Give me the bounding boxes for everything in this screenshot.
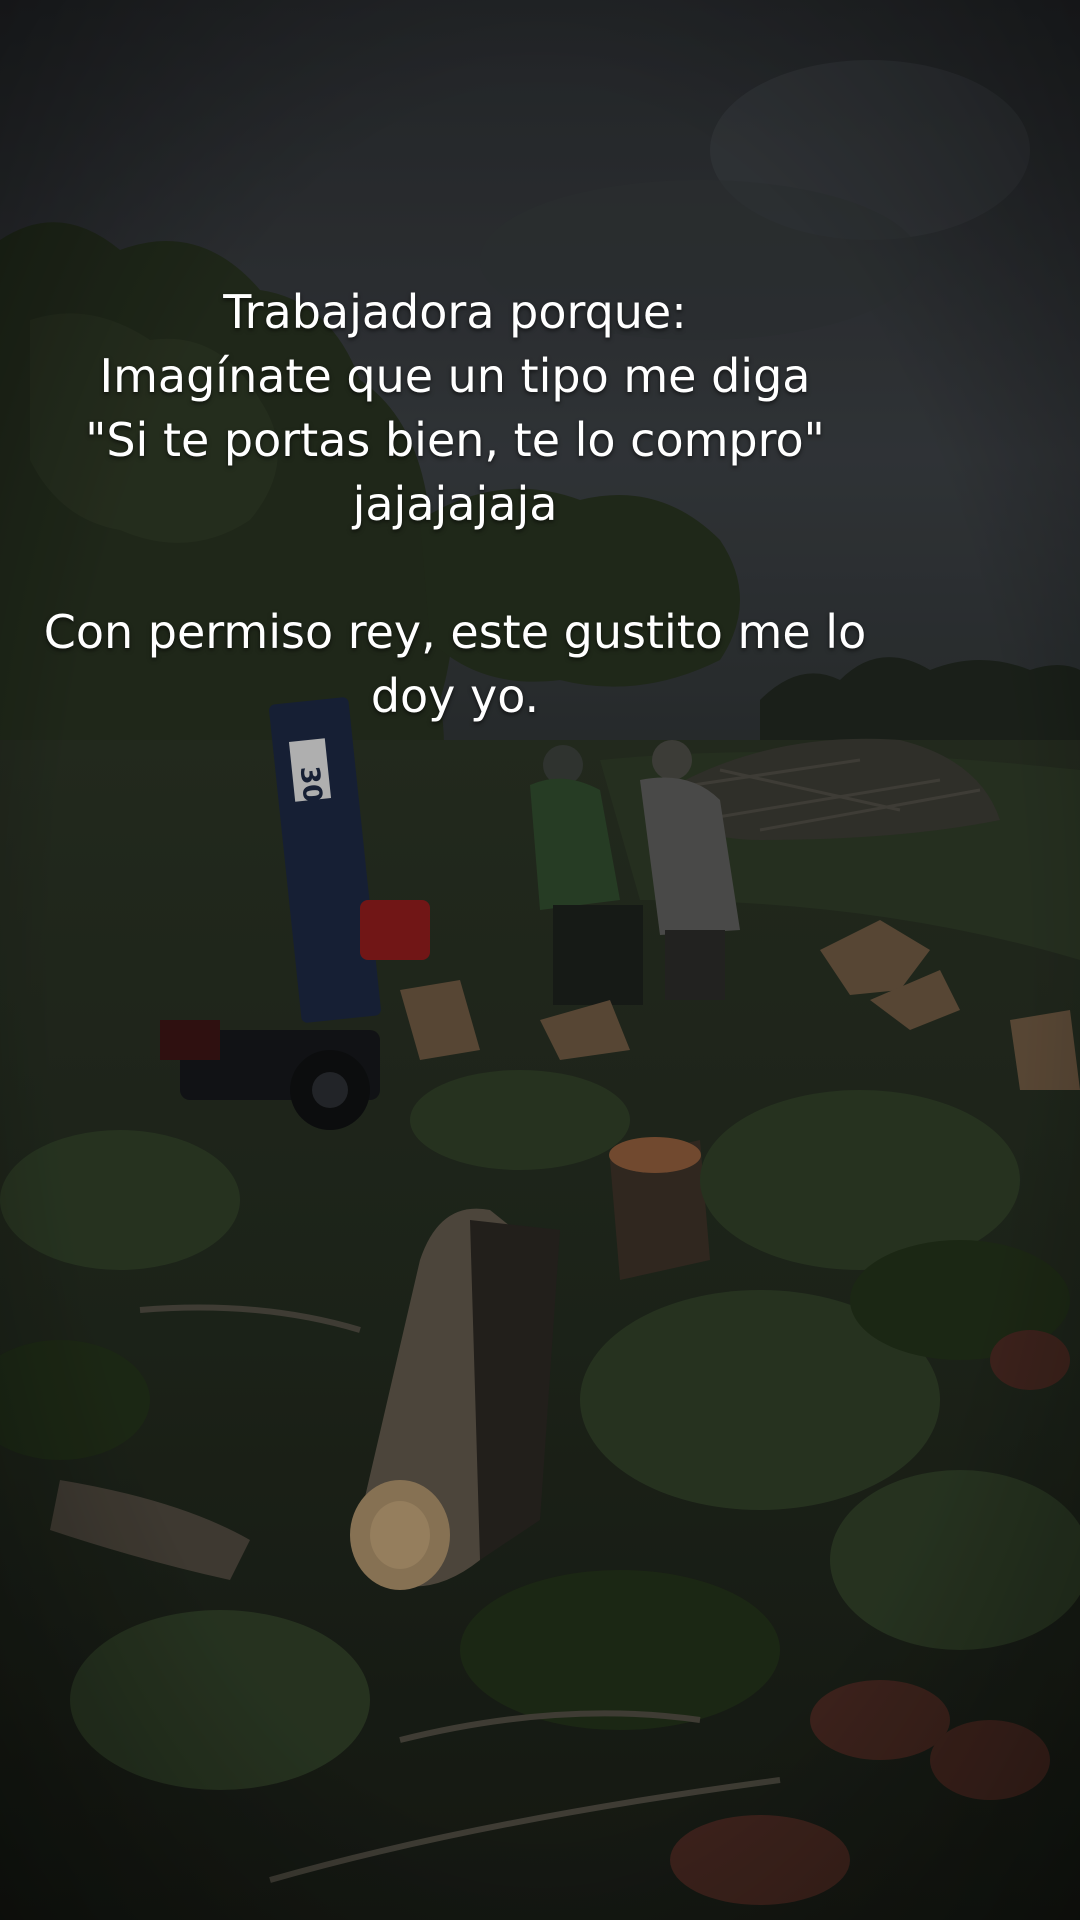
caption-line-1: Trabajadora porque: bbox=[223, 285, 687, 339]
caption-line-2: Imagínate que un tipo me diga bbox=[99, 349, 811, 403]
caption-line-5: Con permiso rey, este gustito me lo bbox=[43, 605, 867, 659]
caption-overlay: Trabajadora porque: Imagínate que un tip… bbox=[0, 280, 910, 728]
photo-scene: 30 bbox=[0, 0, 1080, 1920]
caption-line-4: jajajajaja bbox=[352, 477, 558, 531]
caption-line-6: doy yo. bbox=[370, 669, 540, 723]
caption-gap bbox=[0, 536, 910, 600]
caption-line-3: "Si te portas bien, te lo compro" bbox=[85, 413, 825, 467]
